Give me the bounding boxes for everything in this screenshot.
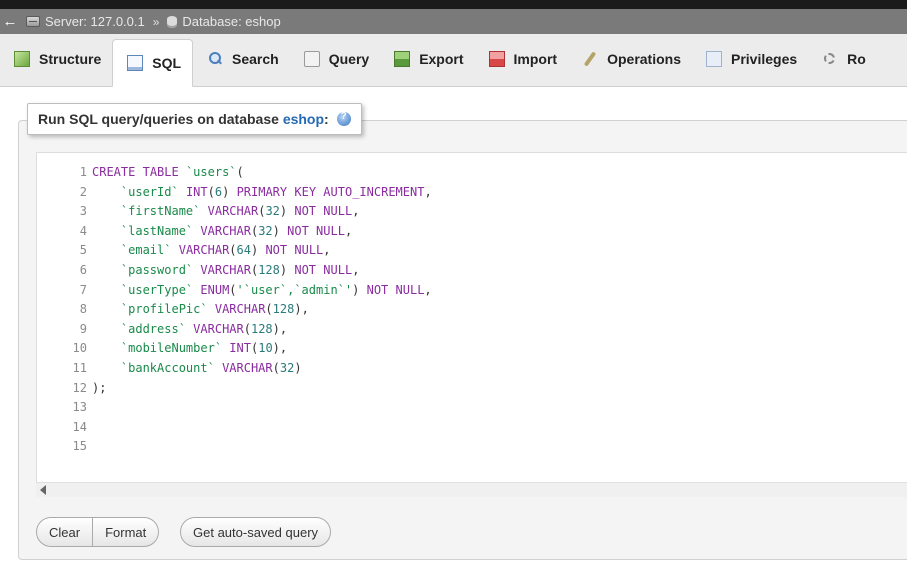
code-line: `mobileNumber` INT(10),	[120, 341, 288, 356]
line-number: 2	[79, 184, 87, 199]
tab-label: Privileges	[731, 50, 798, 67]
line-number: 1	[79, 165, 87, 179]
privileges-icon	[706, 50, 722, 67]
tab-label: Structure	[39, 50, 102, 67]
line-number: 14	[72, 419, 87, 434]
breadcrumb-database[interactable]: Database: eshop	[167, 14, 281, 29]
line-number: 7	[79, 282, 87, 297]
line-number: 3	[79, 204, 87, 219]
breadcrumb-database-label: Database: eshop	[182, 14, 281, 29]
tab-structure[interactable]: Structure	[0, 39, 112, 78]
code-line: CREATE TABLE `users`(	[92, 165, 244, 179]
import-icon	[488, 50, 505, 67]
horizontal-scrollbar[interactable]	[36, 482, 907, 497]
line-number: 11	[72, 361, 87, 375]
line-number: 8	[79, 302, 87, 317]
legend-database-name: eshop	[282, 111, 325, 127]
scroll-left-icon[interactable]	[40, 485, 46, 495]
tab-label: Import	[513, 50, 558, 67]
tab-privileges[interactable]: Privileges	[692, 39, 808, 78]
tab-label: SQL	[152, 55, 182, 71]
tab-bar: Structure SQL Search Query Export Import…	[0, 34, 907, 87]
clear-button[interactable]: Clear	[36, 517, 94, 547]
line-number: 4	[79, 223, 87, 238]
line-number: 5	[79, 243, 87, 258]
breadcrumb-server[interactable]: Server: 127.0.0.1	[26, 14, 145, 29]
breadcrumb: ← Server: 127.0.0.1 » Database: eshop	[0, 9, 907, 34]
tab-import[interactable]: Import	[475, 39, 569, 78]
line-number: 9	[79, 321, 87, 336]
tab-query[interactable]: Query	[290, 39, 380, 78]
search-icon	[207, 51, 223, 67]
sql-icon	[127, 55, 144, 71]
code-line: `email` VARCHAR(64) NOT NULL,	[120, 243, 331, 258]
line-number: 10	[72, 341, 87, 356]
format-button[interactable]: Format	[93, 517, 160, 547]
operations-icon	[582, 51, 598, 67]
query-panel-legend: Run SQL query/queries on database eshop …	[27, 103, 362, 135]
code-line: `firstName` VARCHAR(32) NOT NULL,	[120, 204, 360, 219]
code-line: `userId` INT(6) PRIMARY KEY AUTO_INCREME…	[120, 184, 432, 199]
export-icon	[394, 50, 411, 67]
line-number: 15	[72, 439, 87, 454]
line-number: 13	[72, 400, 87, 415]
code-line: `profilePic` VARCHAR(128),	[120, 302, 309, 317]
tab-label: Operations	[607, 50, 681, 67]
routines-icon	[822, 51, 838, 67]
help-icon[interactable]	[336, 111, 351, 126]
code-line: `userType` ENUM('`user`,`admin`') NOT NU…	[120, 282, 432, 297]
tab-routines[interactable]: Ro	[808, 39, 866, 78]
line-number-gutter: 1 2 3 4 5 6 7 8 9 10 11 12 13 14 15	[37, 153, 87, 483]
sql-editor[interactable]: 1 2 3 4 5 6 7 8 9 10 11 12 13 14 15 CREATE TABLE `user…	[36, 152, 907, 482]
line-number: 12	[72, 380, 87, 395]
legend-text: Run SQL query/queries on database	[38, 111, 283, 127]
code-line: `address` VARCHAR(128),	[120, 321, 288, 336]
tab-label: Search	[232, 50, 279, 67]
structure-icon	[14, 50, 30, 67]
legend-colon: :	[324, 111, 329, 127]
breadcrumb-separator: »	[152, 14, 160, 29]
tab-export[interactable]: Export	[380, 39, 474, 78]
tab-label: Export	[419, 50, 464, 67]
tab-operations[interactable]: Operations	[568, 39, 692, 78]
line-number: 6	[79, 263, 87, 277]
breadcrumb-server-label: Server: 127.0.0.1	[45, 14, 145, 29]
back-arrow-icon[interactable]: ←	[0, 9, 20, 34]
server-icon	[26, 16, 40, 27]
code-line: `password` VARCHAR(128) NOT NULL,	[120, 263, 360, 277]
editor-button-group: Clear Format	[36, 517, 160, 547]
window-top-strip	[0, 0, 907, 9]
tab-sql[interactable]: SQL	[112, 39, 194, 87]
database-icon	[167, 15, 178, 28]
tab-label: Ro	[847, 50, 866, 67]
get-auto-saved-query-button[interactable]: Get auto-saved query	[180, 517, 332, 547]
code-line: );	[92, 380, 107, 395]
code-line: `bankAccount` VARCHAR(32)	[120, 361, 302, 375]
tab-label: Query	[328, 50, 370, 67]
tab-search[interactable]: Search	[193, 39, 290, 78]
code-line: `lastName` VARCHAR(32) NOT NULL,	[120, 223, 353, 238]
query-icon	[303, 50, 320, 67]
